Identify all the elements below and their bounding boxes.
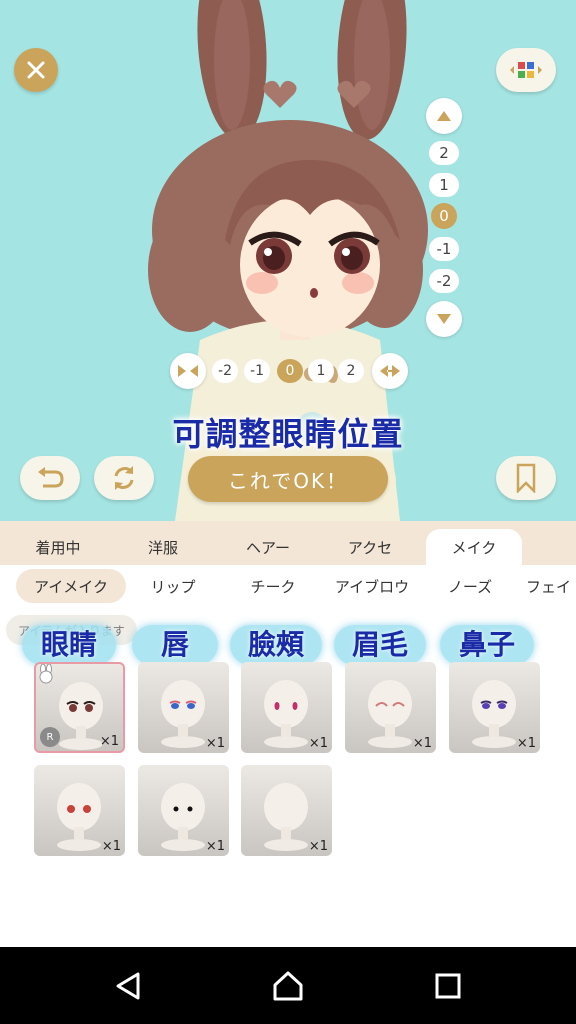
nav-back-button[interactable] xyxy=(104,961,154,1011)
eye-makeup-item-5[interactable]: ×1 xyxy=(449,662,540,753)
h-tick-neg1[interactable]: -1 xyxy=(244,359,270,383)
rotate-icon xyxy=(114,466,134,490)
undo-button[interactable] xyxy=(20,456,80,500)
label-eyes: 眼睛 xyxy=(40,628,97,661)
item-count: ×1 xyxy=(516,736,536,751)
label-eyebrows: 眉毛 xyxy=(351,628,408,661)
label-cheeks: 臉頰 xyxy=(247,628,304,661)
label-nose: 鼻子 xyxy=(458,628,515,661)
vertical-position-scale: 2 1 0 -1 -2 xyxy=(426,98,462,338)
eye-makeup-item-6[interactable]: ×1 xyxy=(34,765,125,856)
eye-makeup-item-4[interactable]: ×1 xyxy=(345,662,436,753)
narrow-button[interactable] xyxy=(170,353,206,389)
palette-button[interactable] xyxy=(496,48,556,92)
rarity-badge: R xyxy=(40,727,60,747)
label-lips: 唇 xyxy=(160,628,189,661)
subtab-nose[interactable]: ノーズ xyxy=(430,569,510,603)
recents-square-icon xyxy=(435,973,461,999)
widen-arrows-icon xyxy=(380,365,400,377)
h-tick-1[interactable]: 1 xyxy=(308,359,334,383)
bookmark-icon xyxy=(516,463,536,493)
screen: 2 1 0 -1 -2 -2 -1 0 1 2 可調整眼睛位置 これでOK！ 着… xyxy=(0,0,576,1024)
owned-bunny-icon xyxy=(39,664,53,684)
v-tick-0-selected[interactable]: 0 xyxy=(431,203,457,229)
close-button[interactable] xyxy=(14,48,58,92)
narrow-arrows-icon xyxy=(178,365,198,377)
h-tick-2[interactable]: 2 xyxy=(338,359,364,383)
v-tick-neg2[interactable]: -2 xyxy=(429,269,459,293)
widen-button[interactable] xyxy=(372,353,408,389)
item-count: ×1 xyxy=(412,736,432,751)
item-panel: アイテムが入ります 眼睛 唇 臉頰 眉毛 鼻子 xyxy=(0,607,576,947)
eye-makeup-item-2[interactable]: ×1 xyxy=(138,662,229,753)
nav-home-button[interactable] xyxy=(263,961,313,1011)
undo-icon xyxy=(38,467,64,488)
bookmark-button[interactable] xyxy=(496,456,556,500)
adjust-eyes-note: 可調整眼睛位置 xyxy=(172,415,404,453)
item-count: ×1 xyxy=(205,839,225,854)
tab-makeup[interactable]: メイク xyxy=(426,529,522,565)
confirm-ok-button[interactable]: これでOK！ xyxy=(188,456,388,502)
subtab-face[interactable]: フェイ xyxy=(526,569,576,603)
item-count: ×1 xyxy=(101,839,121,854)
tab-accessories[interactable]: アクセ xyxy=(322,529,418,565)
subtab-cheek[interactable]: チーク xyxy=(230,569,316,603)
tab-clothes[interactable]: 洋服 xyxy=(115,529,211,565)
move-up-button[interactable] xyxy=(426,98,462,134)
item-count: ×1 xyxy=(308,736,328,751)
v-tick-1[interactable]: 1 xyxy=(429,173,459,197)
back-triangle-icon xyxy=(116,972,140,1000)
tab-hair[interactable]: ヘアー xyxy=(220,529,316,565)
horizontal-spacing-scale: -2 -1 0 1 2 xyxy=(170,353,410,389)
nav-recents-button[interactable] xyxy=(423,961,473,1011)
arrow-down-icon xyxy=(437,314,451,324)
item-count: ×1 xyxy=(99,734,119,749)
subtab-eye-makeup[interactable]: アイメイク xyxy=(16,569,126,603)
arrow-up-icon xyxy=(437,111,451,121)
category-annotation-row: 眼睛 唇 臉頰 眉毛 鼻子 xyxy=(0,617,576,667)
item-count: ×1 xyxy=(308,839,328,854)
item-count: ×1 xyxy=(205,736,225,751)
subtab-lip[interactable]: リップ xyxy=(130,569,216,603)
eye-makeup-item-8[interactable]: ×1 xyxy=(241,765,332,856)
eye-makeup-item-3[interactable]: ×1 xyxy=(241,662,332,753)
system-navigation-bar xyxy=(0,947,576,1024)
main-category-tabs: 着用中 洋服 ヘアー アクセ メイク xyxy=(0,521,576,565)
tab-wearing[interactable]: 着用中 xyxy=(10,529,106,565)
home-icon xyxy=(273,971,303,1001)
color-palette-icon xyxy=(510,62,542,78)
v-tick-2[interactable]: 2 xyxy=(429,141,459,165)
v-tick-neg1[interactable]: -1 xyxy=(429,237,459,261)
h-tick-neg2[interactable]: -2 xyxy=(212,359,238,383)
makeup-sub-tabs: アイメイク リップ チーク アイブロウ ノーズ フェイ xyxy=(0,565,576,607)
move-down-button[interactable] xyxy=(426,301,462,337)
avatar-preview: 2 1 0 -1 -2 -2 -1 0 1 2 可調整眼睛位置 これでOK！ xyxy=(0,0,576,521)
eye-makeup-item-1[interactable]: R ×1 xyxy=(34,662,125,753)
rotate-button[interactable] xyxy=(94,456,154,500)
subtab-eyebrow[interactable]: アイブロウ xyxy=(322,569,422,603)
h-tick-0-selected[interactable]: 0 xyxy=(277,359,303,383)
close-icon xyxy=(27,61,45,79)
eye-makeup-item-7[interactable]: ×1 xyxy=(138,765,229,856)
